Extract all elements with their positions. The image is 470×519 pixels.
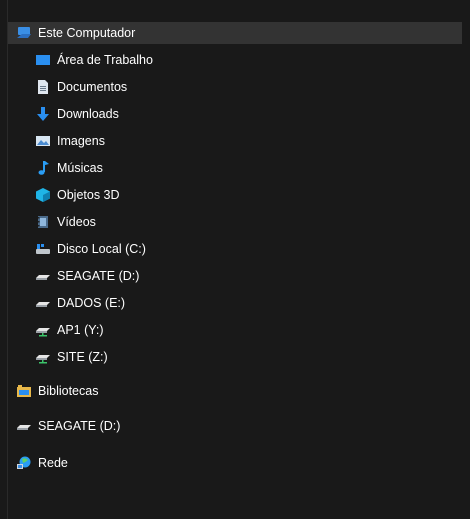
navigation-pane[interactable]: Este Computador Área de Trabalho Documen… bbox=[7, 0, 462, 519]
documents-icon bbox=[35, 79, 51, 95]
nav-item-label: Imagens bbox=[57, 134, 105, 148]
nav-item-network[interactable]: Rede bbox=[8, 452, 462, 474]
drive-icon bbox=[16, 418, 32, 434]
nav-item-drive-d[interactable]: SEAGATE (D:) bbox=[8, 265, 462, 287]
nav-item-label: Disco Local (C:) bbox=[57, 242, 146, 256]
nav-item-label: Músicas bbox=[57, 161, 103, 175]
nav-item-label: SEAGATE (D:) bbox=[38, 419, 121, 433]
nav-item-drive-c[interactable]: Disco Local (C:) bbox=[8, 238, 462, 260]
network-drive-icon bbox=[35, 349, 51, 365]
nav-item-label: Documentos bbox=[57, 80, 128, 94]
network-drive-icon bbox=[35, 322, 51, 338]
nav-item-removable-d[interactable]: SEAGATE (D:) bbox=[8, 415, 462, 437]
music-icon bbox=[35, 160, 51, 176]
nav-item-label: Bibliotecas bbox=[38, 384, 99, 398]
pictures-icon bbox=[35, 133, 51, 149]
nav-item-desktop[interactable]: Área de Trabalho bbox=[8, 49, 462, 71]
windows-drive-icon bbox=[35, 241, 51, 257]
nav-item-this-pc[interactable]: Este Computador bbox=[8, 22, 462, 44]
nav-item-label: Vídeos bbox=[57, 215, 96, 229]
drive-icon bbox=[35, 268, 51, 284]
nav-item-label: AP1 (Y:) bbox=[57, 323, 104, 337]
nav-item-label: Área de Trabalho bbox=[57, 53, 153, 67]
nav-item-label: DADOS (E:) bbox=[57, 296, 126, 310]
nav-item-downloads[interactable]: Downloads bbox=[8, 103, 462, 125]
nav-item-label: Rede bbox=[38, 456, 68, 470]
computer-icon bbox=[16, 25, 32, 41]
desktop-icon bbox=[35, 52, 51, 68]
nav-item-videos[interactable]: Vídeos bbox=[8, 211, 462, 233]
nav-item-3d-objects[interactable]: Objetos 3D bbox=[8, 184, 462, 206]
videos-icon bbox=[35, 214, 51, 230]
nav-item-libraries[interactable]: Bibliotecas bbox=[8, 380, 462, 402]
nav-item-drive-z[interactable]: SITE (Z:) bbox=[8, 346, 462, 368]
downloads-icon bbox=[35, 106, 51, 122]
libraries-icon bbox=[16, 383, 32, 399]
nav-item-label: Este Computador bbox=[38, 26, 136, 40]
drive-icon bbox=[35, 295, 51, 311]
nav-item-pictures[interactable]: Imagens bbox=[8, 130, 462, 152]
nav-item-drive-e[interactable]: DADOS (E:) bbox=[8, 292, 462, 314]
nav-item-label: SEAGATE (D:) bbox=[57, 269, 140, 283]
nav-item-music[interactable]: Músicas bbox=[8, 157, 462, 179]
nav-item-drive-y[interactable]: AP1 (Y:) bbox=[8, 319, 462, 341]
3d-objects-icon bbox=[35, 187, 51, 203]
network-icon bbox=[16, 455, 32, 471]
nav-item-label: Downloads bbox=[57, 107, 119, 121]
nav-item-documents[interactable]: Documentos bbox=[8, 76, 462, 98]
nav-item-label: SITE (Z:) bbox=[57, 350, 108, 364]
nav-item-label: Objetos 3D bbox=[57, 188, 120, 202]
